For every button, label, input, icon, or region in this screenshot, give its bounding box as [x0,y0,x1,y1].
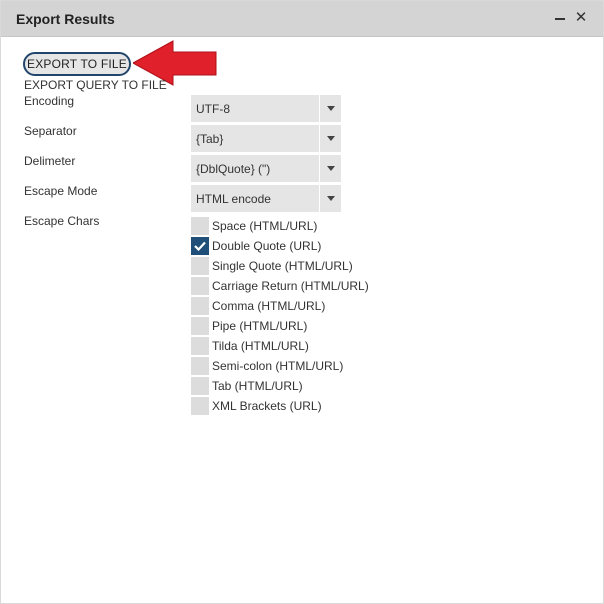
escape-mode-label: Escape Mode [24,184,98,198]
checkbox-label: Space (HTML/URL) [212,219,318,233]
escape-mode-value: HTML encode [196,192,271,206]
checkbox-label: Single Quote (HTML/URL) [212,259,353,273]
separator-label: Separator [24,124,77,138]
checkbox-label: Pipe (HTML/URL) [212,319,308,333]
checkbox-box[interactable] [191,277,209,295]
checkbox-box[interactable] [191,357,209,375]
export-to-file-button[interactable]: EXPORT TO FILE [23,52,131,76]
checkbox-label: Semi-colon (HTML/URL) [212,359,344,373]
checkbox-box[interactable] [191,297,209,315]
checkbox-label: Double Quote (URL) [212,239,322,253]
checkbox-label: Tab (HTML/URL) [212,379,303,393]
checkbox-box[interactable] [191,397,209,415]
separator-dropdown-toggle[interactable] [319,125,341,152]
encoding-select[interactable]: UTF-8 [191,95,341,122]
checkbox-box[interactable] [191,317,209,335]
delimeter-label: Delimeter [24,154,76,168]
checkbox-box[interactable] [191,337,209,355]
checkbox-box[interactable] [191,377,209,395]
separator-select[interactable]: {Tab} [191,125,341,152]
encoding-value: UTF-8 [196,102,230,116]
dialog-title: Export Results [16,11,115,27]
chevron-down-icon [327,106,335,111]
checkbox-label: Carriage Return (HTML/URL) [212,279,369,293]
checkbox-box[interactable] [191,217,209,235]
chevron-down-icon [327,136,335,141]
escape-mode-select[interactable]: HTML encode [191,185,341,212]
checkbox-box-checked[interactable] [191,237,209,255]
delimeter-value: {DblQuote} (") [196,162,271,176]
chevron-down-icon [327,166,335,171]
escape-chars-label: Escape Chars [24,214,100,228]
minimize-icon[interactable] [551,9,569,27]
delimeter-dropdown-toggle[interactable] [319,155,341,182]
checkbox-box[interactable] [191,257,209,275]
export-results-dialog: Export Results ✕ EXPORT TO FILE EXPORT Q… [0,0,604,604]
encoding-dropdown-toggle[interactable] [319,95,341,122]
checkbox-label: Tilda (HTML/URL) [212,339,309,353]
delimeter-select[interactable]: {DblQuote} (") [191,155,341,182]
encoding-label: Encoding [24,94,75,108]
title-bar: Export Results ✕ [1,1,603,37]
export-query-to-file-button[interactable]: EXPORT QUERY TO FILE [24,78,167,92]
separator-value: {Tab} [196,132,224,146]
chevron-down-icon [327,196,335,201]
checkmark-icon [194,241,206,251]
escape-mode-dropdown-toggle[interactable] [319,185,341,212]
checkbox-label: Comma (HTML/URL) [212,299,326,313]
checkbox-label: XML Brackets (URL) [212,399,322,413]
close-icon[interactable]: ✕ [572,9,590,27]
